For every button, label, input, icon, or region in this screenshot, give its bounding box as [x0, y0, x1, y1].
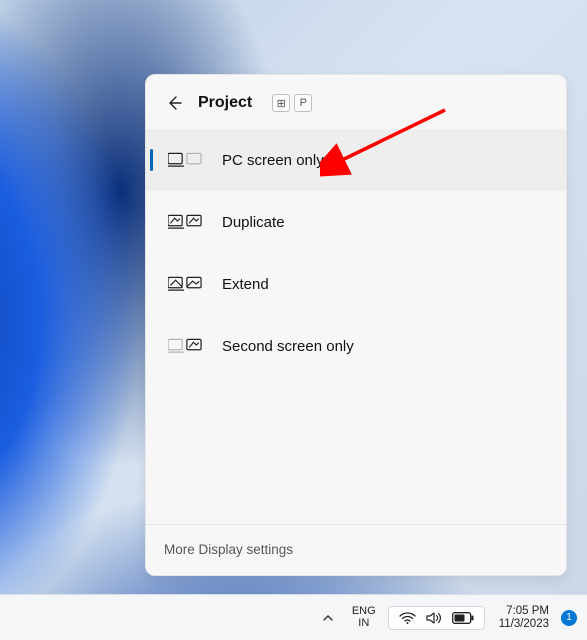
- chevron-up-icon: [322, 612, 334, 624]
- panel-footer: More Display settings: [146, 524, 566, 575]
- project-options-list: PC screen only Duplicate: [146, 129, 566, 524]
- more-display-settings-link[interactable]: More Display settings: [164, 542, 293, 557]
- back-button[interactable]: [164, 93, 184, 113]
- clock[interactable]: 7:05 PM 11/3/2023: [491, 605, 553, 630]
- shortcut-key-win: ⊞: [272, 94, 290, 112]
- clock-time: 7:05 PM: [506, 605, 549, 618]
- shortcut-hint: ⊞ P: [272, 94, 312, 112]
- option-extend[interactable]: Extend: [146, 253, 566, 315]
- option-pc-screen-only[interactable]: PC screen only: [146, 129, 566, 191]
- language-line1: ENG: [352, 606, 376, 618]
- panel-title: Project: [198, 94, 252, 112]
- system-status-pill[interactable]: [388, 606, 485, 630]
- extend-icon: [168, 275, 202, 293]
- option-label: Second screen only: [222, 338, 354, 355]
- option-label: Extend: [222, 276, 269, 293]
- option-duplicate[interactable]: Duplicate: [146, 191, 566, 253]
- option-label: Duplicate: [222, 214, 285, 231]
- panel-header: Project ⊞ P: [146, 75, 566, 129]
- language-line2: IN: [358, 618, 369, 630]
- option-label: PC screen only: [222, 152, 324, 169]
- language-indicator[interactable]: ENG IN: [346, 606, 382, 629]
- option-second-screen-only[interactable]: Second screen only: [146, 315, 566, 377]
- battery-icon: [452, 612, 474, 624]
- pc-screen-only-icon: [168, 151, 202, 169]
- second-screen-only-icon: [168, 337, 202, 355]
- arrow-left-icon: [166, 95, 182, 111]
- notification-count: 1: [566, 612, 572, 623]
- tray-overflow-button[interactable]: [316, 606, 340, 630]
- duplicate-icon: [168, 213, 202, 231]
- project-panel: Project ⊞ P PC screen only: [145, 74, 567, 576]
- wifi-icon: [399, 611, 416, 625]
- volume-icon: [426, 611, 442, 625]
- clock-date: 11/3/2023: [499, 618, 549, 631]
- notification-badge[interactable]: 1: [561, 610, 577, 626]
- shortcut-key-p: P: [294, 94, 312, 112]
- taskbar: ENG IN 7:05 PM 11/3/2023 1: [0, 594, 587, 640]
